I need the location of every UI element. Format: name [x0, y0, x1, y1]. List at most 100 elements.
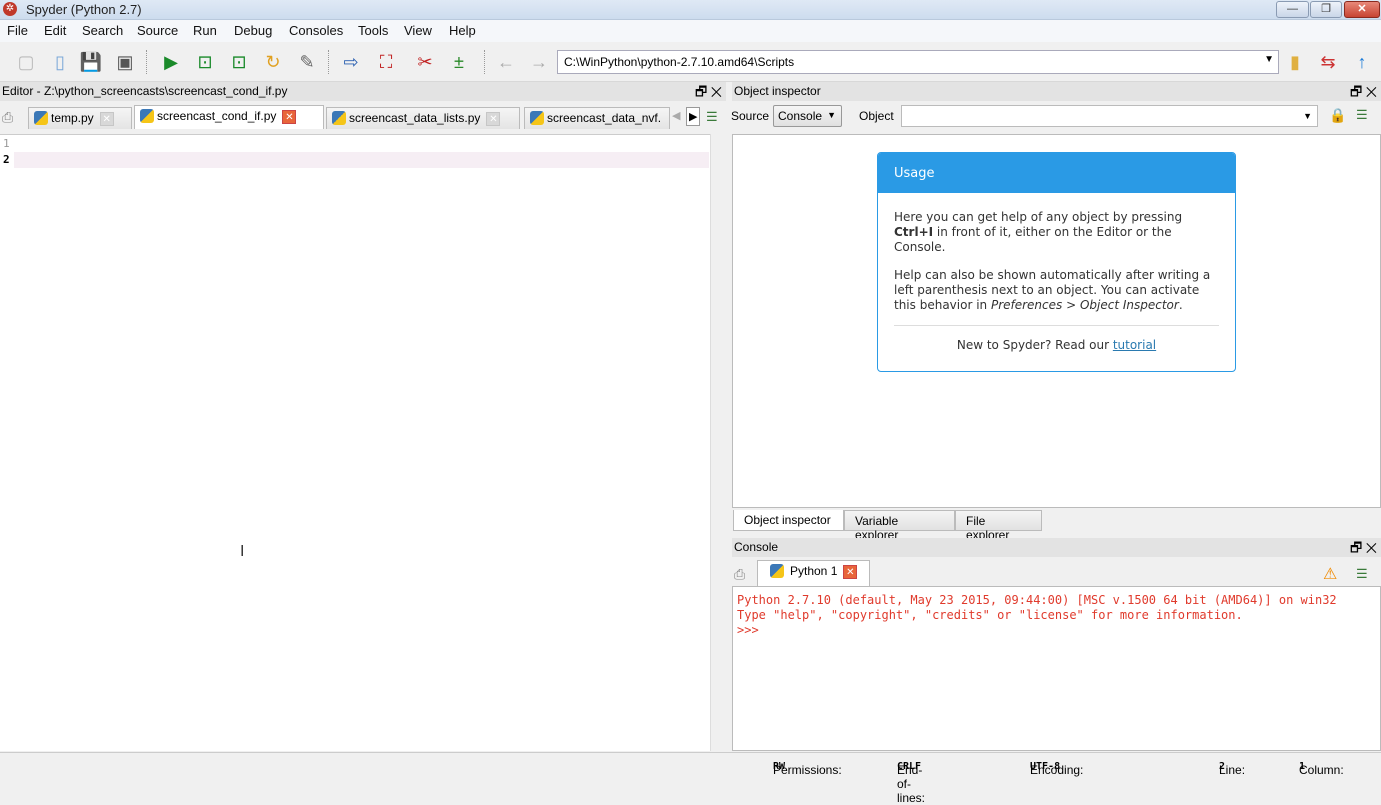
console-prompt: >>>: [737, 623, 759, 637]
browse-tabs-icon[interactable]: ⎙: [734, 566, 745, 583]
menu-edit[interactable]: Edit: [44, 23, 66, 38]
undock-close-icons[interactable]: 🗗 ✕: [695, 83, 722, 105]
object-inspector-title: Object inspector: [734, 84, 821, 98]
working-directory-value: C:\WinPython\python-2.7.10.amd64\Scripts: [564, 55, 795, 69]
open-file-icon[interactable]: ▯: [47, 49, 73, 75]
editor-title-bar: Editor - Z:\python_screencasts\screencas…: [0, 82, 726, 101]
editor-scrollbar[interactable]: [710, 134, 726, 751]
tab-screencast-cond-if[interactable]: screencast_cond_if.py ✕: [134, 105, 324, 129]
menu-search[interactable]: Search: [82, 23, 123, 38]
python-file-icon: [332, 111, 346, 125]
eol-status: End-of-lines: CRLF: [897, 761, 926, 805]
scroll-tabs-right-icon[interactable]: ▶: [686, 107, 701, 126]
run-cell-icon[interactable]: ⊡: [192, 49, 218, 75]
object-label: Object: [859, 109, 894, 123]
close-tab-icon[interactable]: ✕: [486, 111, 501, 126]
tab-python-1[interactable]: Python 1 ✕: [757, 560, 870, 586]
menu-file[interactable]: File: [7, 23, 28, 38]
python-file-icon: [140, 109, 154, 123]
encoding-status: Encoding: UTF-8: [1030, 761, 1084, 777]
undock-close-icons[interactable]: 🗗 ✕: [1350, 539, 1377, 561]
run-cell-advance-icon[interactable]: ⊡: [226, 49, 252, 75]
tab-variable-explorer[interactable]: Variable explorer: [844, 510, 955, 542]
options-menu-icon[interactable]: ☰: [1356, 107, 1368, 123]
title-bar: ✲ Spyder (Python 2.7) — ❐ ✕: [0, 0, 1381, 20]
close-tab-icon[interactable]: ✕: [843, 564, 858, 579]
run-config-icon[interactable]: ✎: [294, 49, 320, 75]
close-tab-icon[interactable]: ✕: [282, 109, 297, 124]
console-title-bar: Console 🗗 ✕: [732, 538, 1381, 557]
line-number: 2: [3, 153, 10, 166]
pythonpath-manager-icon[interactable]: ±: [446, 49, 472, 75]
new-file-icon[interactable]: ▢: [13, 49, 39, 75]
status-bar: Permissions: RW End-of-lines: CRLF Encod…: [0, 752, 1381, 805]
line-status: Line: 2: [1219, 761, 1246, 777]
menu-consoles[interactable]: Consoles: [289, 23, 343, 38]
warning-icon[interactable]: ⚠: [1323, 564, 1337, 584]
console-output[interactable]: Python 2.7.10 (default, May 23 2015, 09:…: [732, 586, 1381, 751]
parent-dir-icon[interactable]: ↑: [1349, 49, 1375, 75]
python-file-icon: [34, 111, 48, 125]
tab-temp[interactable]: temp.py ✕: [28, 107, 132, 129]
rerun-icon[interactable]: ↻: [260, 49, 286, 75]
menu-view[interactable]: View: [404, 23, 432, 38]
tab-screencast-data-lists[interactable]: screencast_data_lists.py ✕: [326, 107, 520, 129]
lock-icon[interactable]: 🔒: [1329, 107, 1346, 124]
scroll-tabs-left-icon[interactable]: ◀: [672, 109, 680, 122]
python-file-icon: [530, 111, 544, 125]
code-editor[interactable]: 1 2: [0, 134, 710, 751]
console-line: Python 2.7.10 (default, May 23 2015, 09:…: [737, 593, 1337, 607]
usage-footer: New to Spyder? Read our tutorial: [956, 338, 1157, 352]
minimize-button[interactable]: —: [1276, 1, 1309, 18]
object-inspector-title-bar: Object inspector 🗗 ✕: [732, 82, 1381, 101]
chevron-down-icon: ▼: [827, 110, 836, 120]
options-menu-icon[interactable]: ☰: [1356, 566, 1368, 582]
current-line-highlight: [14, 152, 709, 168]
menu-bar: File Edit Search Source Run Debug Consol…: [0, 20, 1381, 42]
line-number-gutter: 1 2: [0, 135, 14, 751]
menu-tools[interactable]: Tools: [358, 23, 388, 38]
fullscreen-icon[interactable]: ⛶: [373, 49, 399, 75]
forward-icon[interactable]: →: [526, 49, 552, 75]
restore-button[interactable]: ❐: [1310, 1, 1342, 18]
usage-card: Usage Here you can get help of any objec…: [877, 152, 1236, 372]
back-icon[interactable]: ←: [493, 49, 519, 75]
tab-screencast-data-nvf[interactable]: screencast_data_nvf.: [524, 107, 670, 129]
browse-tabs-icon[interactable]: ⎙: [2, 109, 13, 126]
close-tab-icon[interactable]: ✕: [99, 111, 114, 126]
save-icon[interactable]: 💾: [78, 49, 104, 75]
chevron-down-icon[interactable]: ▼: [1303, 111, 1312, 121]
tab-file-explorer[interactable]: File explorer: [955, 510, 1042, 542]
source-label: Source: [731, 109, 770, 123]
close-button[interactable]: ✕: [1344, 1, 1380, 18]
chevron-down-icon[interactable]: ▼: [1264, 54, 1274, 65]
preferences-icon[interactable]: ✂: [412, 49, 438, 75]
source-select[interactable]: Console ▼: [773, 105, 842, 127]
line-number: 1: [3, 137, 10, 150]
editor-title: Editor - Z:\python_screencasts\screencas…: [2, 84, 288, 98]
tutorial-link[interactable]: tutorial: [1113, 338, 1156, 352]
spyder-icon: ✲: [3, 2, 17, 16]
undock-close-icons[interactable]: 🗗 ✕: [1350, 83, 1377, 105]
console-title: Console: [734, 540, 779, 554]
permissions-status: Permissions: RW: [773, 761, 842, 777]
tab-object-inspector[interactable]: Object inspector: [733, 510, 844, 531]
object-input[interactable]: ▼: [901, 105, 1318, 127]
window-title: Spyder (Python 2.7): [26, 2, 142, 17]
browse-folder-icon[interactable]: ▮: [1282, 49, 1308, 75]
set-working-dir-icon[interactable]: ⇆: [1315, 49, 1341, 75]
menu-run[interactable]: Run: [193, 23, 217, 38]
usage-title: Usage: [878, 153, 1235, 193]
working-directory-input[interactable]: C:\WinPython\python-2.7.10.amd64\Scripts…: [557, 50, 1279, 74]
maximize-pane-icon[interactable]: ⇨: [338, 49, 364, 75]
menu-help[interactable]: Help: [449, 23, 476, 38]
menu-source[interactable]: Source: [137, 23, 178, 38]
save-all-icon[interactable]: ▣: [112, 49, 138, 75]
divider: [894, 325, 1219, 326]
usage-paragraph-2: Help can also be shown automatically aft…: [894, 268, 1211, 312]
run-icon[interactable]: ▶: [158, 49, 184, 75]
usage-paragraph-1: Here you can get help of any object by p…: [894, 210, 1183, 254]
options-menu-icon[interactable]: ☰: [706, 109, 718, 125]
text-cursor-icon: I: [240, 543, 245, 560]
menu-debug[interactable]: Debug: [234, 23, 272, 38]
